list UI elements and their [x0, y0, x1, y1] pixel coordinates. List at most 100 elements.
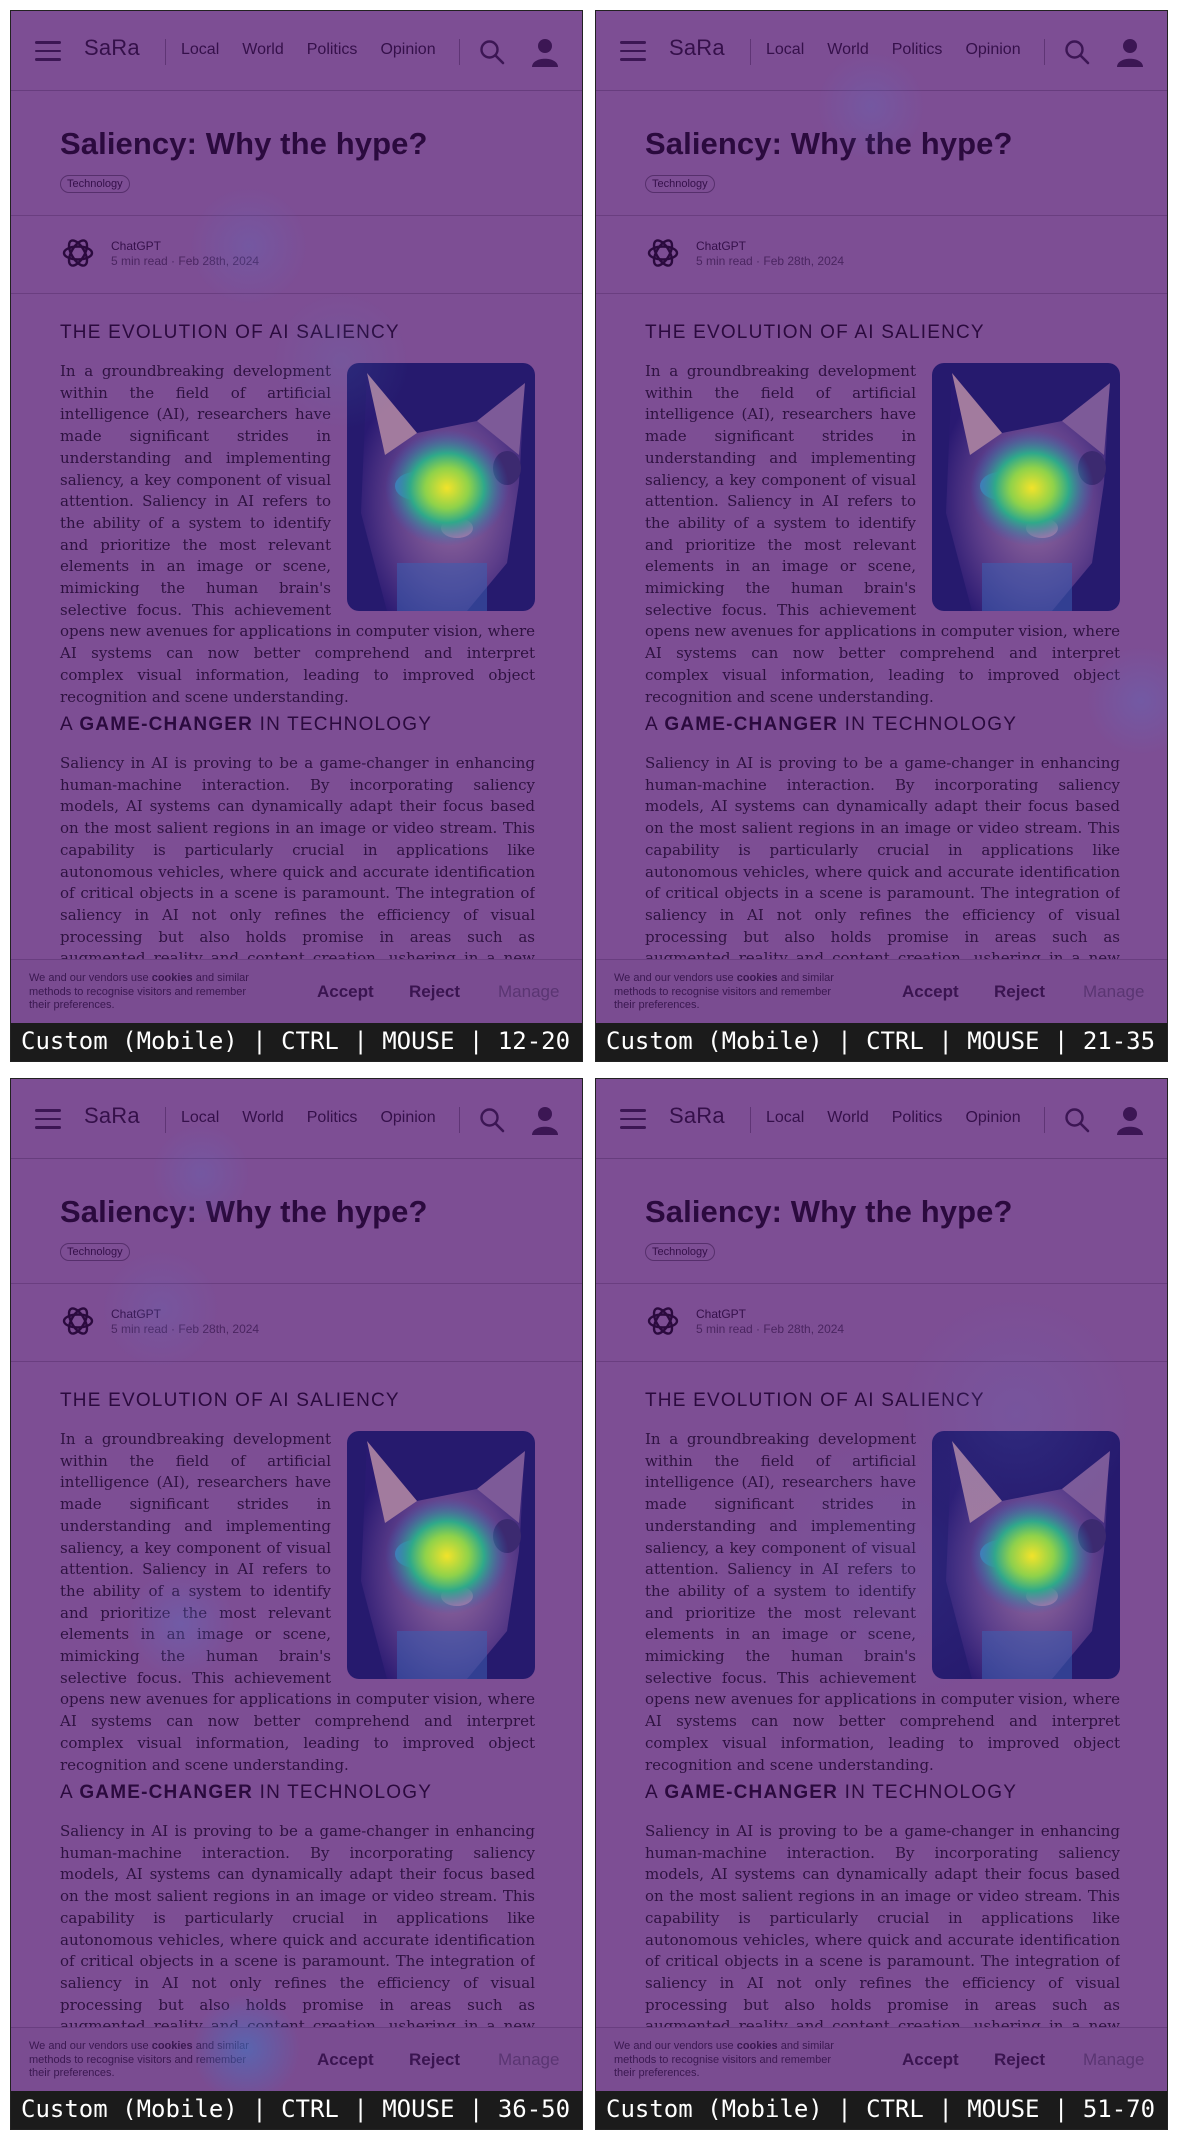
nav-divider [459, 39, 460, 65]
nav-link-politics[interactable]: Politics [307, 1109, 358, 1127]
nav-divider [459, 1107, 460, 1133]
article-title: Saliency: Why the hype? [60, 1194, 428, 1229]
cookie-notice-text: We and our vendors use cookies and simil… [614, 2040, 854, 2081]
panel-caption: Custom (Mobile) | CTRL | MOUSE | 12-20 [11, 1023, 582, 1061]
heading-emphasis: GAME-CHANGER [664, 1782, 839, 1803]
nav-link-opinion[interactable]: Opinion [380, 41, 435, 59]
author-name[interactable]: ChatGPT [696, 1307, 746, 1321]
user-account-icon[interactable] [1115, 1105, 1145, 1135]
category-tag[interactable]: Technology [60, 175, 130, 193]
cookie-text-part: We and our vendors use [29, 972, 152, 984]
manage-button[interactable]: Manage [498, 2050, 559, 2070]
search-icon[interactable] [479, 1107, 505, 1133]
article-meta: 5 min read · Feb 28th, 2024 [696, 254, 845, 268]
divider [596, 215, 1167, 216]
author-name[interactable]: ChatGPT [111, 1307, 161, 1321]
brand-logo[interactable]: SaRa [669, 1103, 725, 1129]
user-account-icon[interactable] [530, 1105, 560, 1135]
reject-button[interactable]: Reject [409, 2050, 460, 2070]
article-title: Saliency: Why the hype? [645, 1194, 1013, 1229]
nav-link-local[interactable]: Local [766, 41, 804, 59]
author-avatar-icon [647, 239, 679, 267]
category-tag[interactable]: Technology [60, 1243, 130, 1261]
top-nav: SaRa Local World Politics Opinion [596, 11, 1167, 91]
saliency-hotspot [970, 430, 1094, 546]
section-heading-game-changer: A GAME-CHANGER IN TECHNOLOGY [60, 714, 432, 736]
accept-button[interactable]: Accept [317, 982, 374, 1002]
reject-button[interactable]: Reject [409, 982, 460, 1002]
nav-link-politics[interactable]: Politics [307, 41, 358, 59]
cookie-banner: We and our vendors use cookies and simil… [596, 959, 1167, 1023]
author-avatar-icon [62, 239, 94, 267]
search-icon[interactable] [1064, 39, 1090, 65]
saliency-hotspot [385, 430, 509, 546]
cat-chest [397, 1631, 487, 1679]
author-avatar-icon [62, 1307, 94, 1335]
accept-button[interactable]: Accept [902, 982, 959, 1002]
divider [596, 1283, 1167, 1284]
mobile-page-panel-2: SaRa Local World Politics Opinion Salien… [595, 10, 1168, 1062]
manage-button[interactable]: Manage [498, 982, 559, 1002]
hamburger-menu-icon[interactable] [35, 41, 61, 61]
nav-link-local[interactable]: Local [181, 1109, 219, 1127]
article-title: Saliency: Why the hype? [645, 126, 1013, 161]
top-nav: SaRa Local World Politics Opinion [11, 1079, 582, 1159]
cat-saliency-image [932, 1431, 1120, 1679]
nav-link-world[interactable]: World [242, 41, 284, 59]
section-heading-game-changer: A GAME-CHANGER IN TECHNOLOGY [645, 1782, 1017, 1804]
article-meta: 5 min read · Feb 28th, 2024 [111, 1322, 260, 1336]
brand-logo[interactable]: SaRa [84, 35, 140, 61]
nav-links: Local World Politics Opinion [181, 1109, 459, 1127]
nav-link-local[interactable]: Local [181, 41, 219, 59]
manage-button[interactable]: Manage [1083, 2050, 1144, 2070]
hamburger-menu-icon[interactable] [620, 41, 646, 61]
reject-button[interactable]: Reject [994, 982, 1045, 1002]
search-icon[interactable] [479, 39, 505, 65]
nav-link-politics[interactable]: Politics [892, 1109, 943, 1127]
cat-saliency-image [932, 363, 1120, 611]
mobile-page-panel-4: SaRa Local World Politics Opinion Salien… [595, 1078, 1168, 2130]
section-body-game-changer: Saliency in AI is proving to be a game-c… [645, 1822, 1120, 2043]
brand-logo[interactable]: SaRa [84, 1103, 140, 1129]
nav-link-world[interactable]: World [827, 1109, 869, 1127]
search-icon[interactable] [1064, 1107, 1090, 1133]
heading-part: A [645, 1782, 665, 1803]
section-heading-evolution: THE EVOLUTION OF AI SALIENCY [60, 1390, 400, 1411]
nav-link-world[interactable]: World [242, 1109, 284, 1127]
author-name[interactable]: ChatGPT [696, 239, 746, 253]
manage-button[interactable]: Manage [1083, 982, 1144, 1002]
hamburger-menu-icon[interactable] [35, 1109, 61, 1129]
divider [11, 215, 582, 216]
nav-link-opinion[interactable]: Opinion [965, 1109, 1020, 1127]
author-name[interactable]: ChatGPT [111, 239, 161, 253]
reject-button[interactable]: Reject [994, 2050, 1045, 2070]
heading-part: IN TECHNOLOGY [253, 714, 433, 735]
nav-divider [165, 39, 166, 65]
category-tag[interactable]: Technology [645, 1243, 715, 1261]
heading-emphasis: GAME-CHANGER [79, 1782, 254, 1803]
accept-button[interactable]: Accept [902, 2050, 959, 2070]
nav-link-politics[interactable]: Politics [892, 41, 943, 59]
nav-link-opinion[interactable]: Opinion [380, 1109, 435, 1127]
divider [596, 1361, 1167, 1362]
cookie-text-part: We and our vendors use [614, 972, 737, 984]
hamburger-menu-icon[interactable] [620, 1109, 646, 1129]
user-account-icon[interactable] [1115, 37, 1145, 67]
heading-part: A [60, 714, 80, 735]
category-tag[interactable]: Technology [645, 175, 715, 193]
nav-link-world[interactable]: World [827, 41, 869, 59]
section-heading-evolution: THE EVOLUTION OF AI SALIENCY [645, 322, 985, 343]
saliency-hotspot [385, 1498, 509, 1614]
nav-link-opinion[interactable]: Opinion [965, 41, 1020, 59]
nav-link-local[interactable]: Local [766, 1109, 804, 1127]
saliency-heatmap-image [347, 1431, 535, 1679]
accept-button[interactable]: Accept [317, 2050, 374, 2070]
section-body-evolution: In a groundbreaking development within t… [645, 1429, 1120, 1776]
user-account-icon[interactable] [530, 37, 560, 67]
cookie-text-part: We and our vendors use [29, 2040, 152, 2052]
brand-logo[interactable]: SaRa [669, 35, 725, 61]
saliency-heatmap-image [347, 363, 535, 611]
saliency-heatmap-image [932, 1431, 1120, 1679]
heading-part: IN TECHNOLOGY [838, 1782, 1018, 1803]
divider [11, 293, 582, 294]
